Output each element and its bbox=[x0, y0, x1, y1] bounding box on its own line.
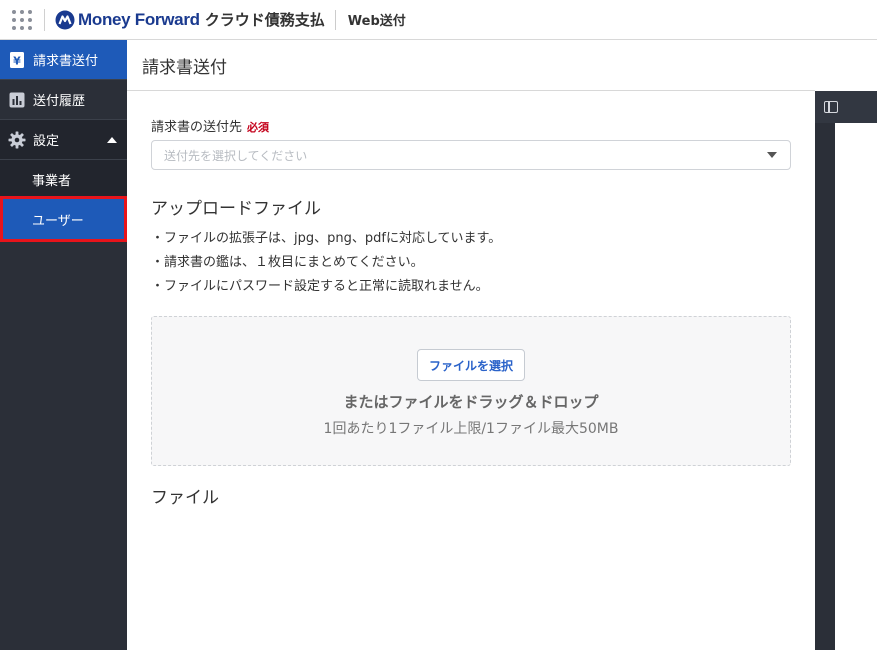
money-forward-logo-icon bbox=[55, 10, 75, 29]
select-file-button[interactable]: ファイルを選択 bbox=[416, 349, 525, 381]
sidebar-subitem-users[interactable]: ユーザー bbox=[0, 196, 127, 242]
sidebar-item-label: 請求書送付 bbox=[33, 54, 99, 69]
main-content: 請求書送付 請求書の送付先 必須 送付先を選択してください アップロードファイル … bbox=[127, 40, 815, 650]
recipient-label-text: 請求書の送付先 bbox=[151, 120, 243, 135]
bar-chart-icon bbox=[8, 91, 26, 109]
recipient-select[interactable]: 送付先を選択してください bbox=[151, 140, 791, 170]
service-name: Web送付 bbox=[347, 14, 406, 29]
sidebar-item-history[interactable]: 送付履歴 bbox=[0, 80, 127, 120]
files-section-title: ファイル bbox=[151, 488, 219, 508]
upload-section-title: アップロードファイル bbox=[151, 199, 321, 219]
recipient-select-placeholder: 送付先を選択してください bbox=[164, 148, 308, 163]
chevron-down-icon bbox=[767, 152, 777, 158]
page-title: 請求書送付 bbox=[127, 40, 815, 91]
sidebar-subitem-label: 事業者 bbox=[32, 173, 72, 189]
file-dropzone[interactable]: ファイルを選択 またはファイルをドラッグ＆ドロップ 1回あたり1ファイル上限/1… bbox=[151, 316, 791, 466]
invoice-form: 請求書の送付先 必須 送付先を選択してください アップロードファイル ・ファイルの… bbox=[127, 116, 791, 508]
preview-toolbar bbox=[815, 91, 877, 123]
upload-note: ・ファイルにパスワード設定すると正常に読取れません。 bbox=[151, 279, 489, 294]
header-divider bbox=[334, 9, 336, 30]
preview-viewer bbox=[835, 123, 877, 650]
required-badge: 必須 bbox=[247, 121, 270, 134]
svg-text:¥: ¥ bbox=[13, 54, 21, 67]
recipient-label: 請求書の送付先 必須 bbox=[151, 116, 791, 135]
header-divider bbox=[44, 8, 45, 31]
logo[interactable]: Money Forward クラウド債務支払 bbox=[55, 9, 325, 30]
sidebar-subitem-label: ユーザー bbox=[32, 213, 84, 229]
gear-icon bbox=[8, 131, 26, 149]
product-name: クラウド債務支払 bbox=[204, 11, 325, 29]
app-switcher-icon[interactable] bbox=[0, 0, 44, 40]
logo-text: Money Forward bbox=[78, 9, 200, 29]
dropzone-limit-text: 1回あたり1ファイル上限/1ファイル最大50MB bbox=[323, 421, 619, 437]
chevron-up-icon bbox=[107, 136, 117, 143]
upload-note: ・ファイルの拡張子は、jpg、png、pdfに対応しています。 bbox=[151, 231, 502, 246]
sidebar-item-settings[interactable]: 設定 bbox=[0, 120, 127, 160]
sidebar-item-label: 送付履歴 bbox=[33, 94, 86, 109]
upload-note: ・請求書の鑑は、１枚目にまとめてください。 bbox=[151, 255, 424, 270]
upload-notes: ・ファイルの拡張子は、jpg、png、pdfに対応しています。 ・請求書の鑑は、… bbox=[151, 227, 791, 299]
preview-panel bbox=[815, 91, 877, 650]
dropzone-text: またはファイルをドラッグ＆ドロップ bbox=[343, 393, 599, 411]
sidebar-toggle-icon[interactable] bbox=[824, 101, 838, 113]
app-header: Money Forward クラウド債務支払 Web送付 bbox=[0, 0, 877, 40]
yen-document-icon: ¥ bbox=[8, 51, 26, 69]
sidebar-item-label: 設定 bbox=[33, 134, 60, 149]
sidebar-subitem-business[interactable]: 事業者 bbox=[0, 160, 127, 198]
sidebar-item-invoice-send[interactable]: ¥ 請求書送付 bbox=[0, 40, 127, 80]
sidebar: ¥ 請求書送付 送付履歴 設定 事業者 ユーザー bbox=[0, 40, 127, 650]
